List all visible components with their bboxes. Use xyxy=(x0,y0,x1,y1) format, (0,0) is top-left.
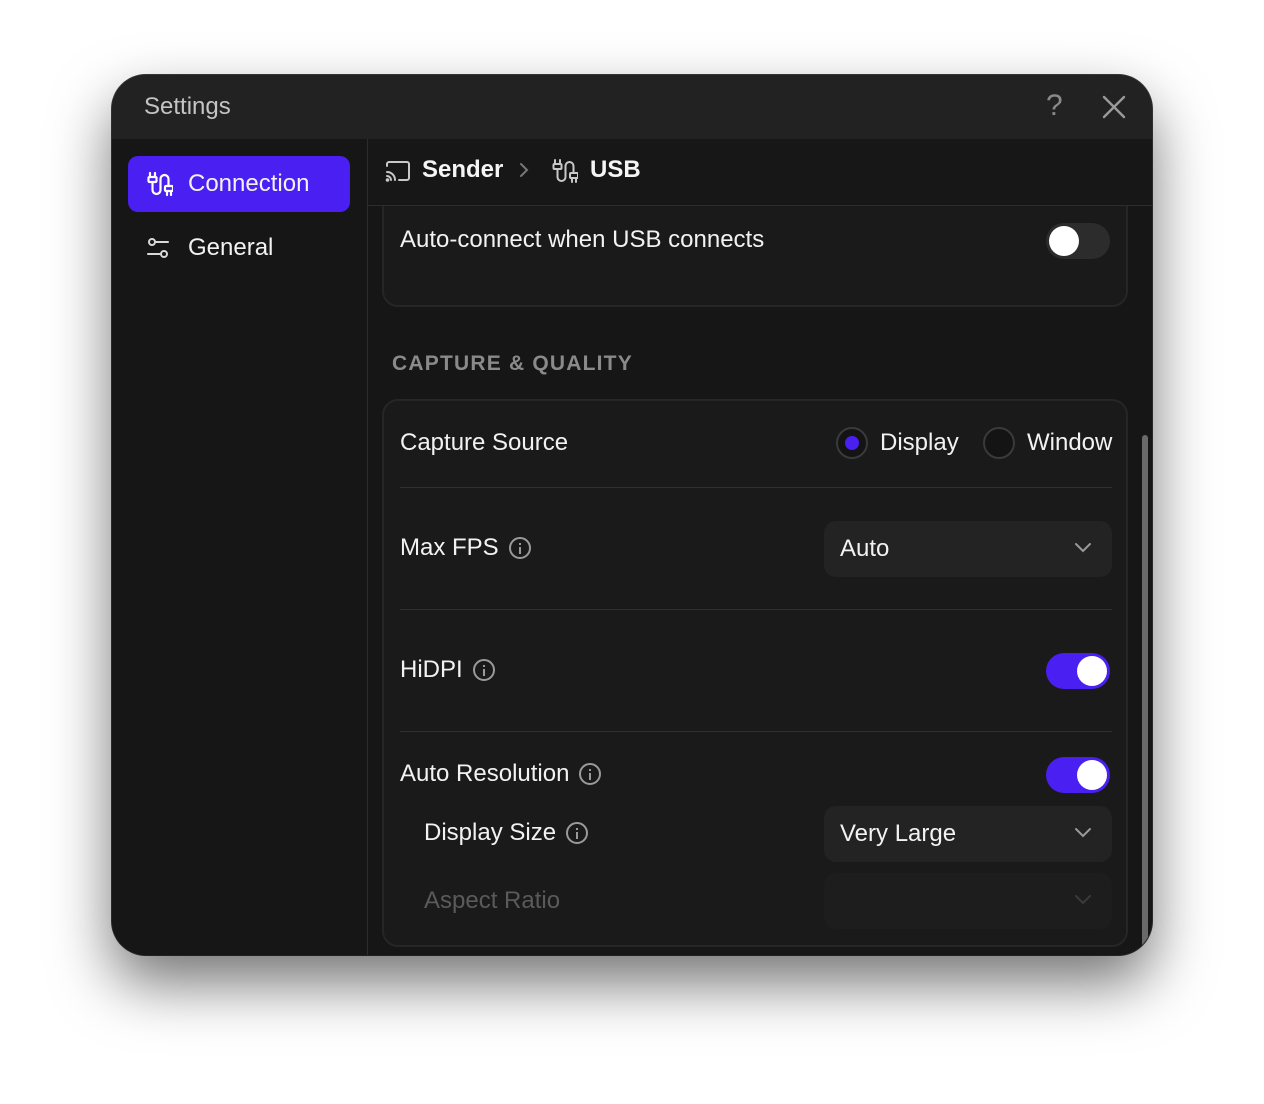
divider xyxy=(400,609,1112,610)
aspect-ratio-select xyxy=(824,873,1112,929)
breadcrumb-item-sender[interactable]: Sender xyxy=(422,156,503,184)
auto-connect-label: Auto-connect when USB connects xyxy=(400,226,765,253)
scrollbar[interactable] xyxy=(1142,435,1148,955)
chevron-right-icon xyxy=(518,161,530,184)
auto-resolution-label: Auto Resolution xyxy=(400,760,570,787)
settings-window: Settings ? Connection General Sender USB… xyxy=(112,75,1152,955)
content-pane: Sender USB Auto-connect when USB connect… xyxy=(368,139,1152,955)
divider xyxy=(400,487,1112,488)
info-icon[interactable] xyxy=(509,537,531,559)
sidebar-item-general[interactable]: General xyxy=(128,220,350,276)
hidpi-toggle[interactable] xyxy=(1046,653,1110,689)
chevron-down-icon xyxy=(1075,828,1091,838)
chevron-down-icon xyxy=(1075,543,1091,553)
close-icon[interactable] xyxy=(1100,93,1128,126)
capture-source-display-label[interactable]: Display xyxy=(880,429,959,457)
hidpi-label: HiDPI xyxy=(400,656,463,683)
auto-resolution-toggle[interactable] xyxy=(1046,757,1110,793)
max-fps-value: Auto xyxy=(840,535,890,562)
auto-connect-toggle[interactable] xyxy=(1046,223,1110,259)
display-size-label: Display Size xyxy=(424,819,557,846)
usb-cable-icon xyxy=(550,157,579,190)
capture-quality-card: Capture Source Display Window Max FPS Au… xyxy=(382,399,1128,947)
capture-source-label: Capture Source xyxy=(400,429,569,456)
sliders-icon xyxy=(147,238,169,258)
divider xyxy=(400,731,1112,732)
capture-source-display-radio[interactable] xyxy=(836,427,868,459)
display-size-value: Very Large xyxy=(840,820,957,847)
capture-source-window-label[interactable]: Window xyxy=(1027,429,1112,457)
settings-scroll-area[interactable]: Auto-connect when USB connects CAPTURE &… xyxy=(368,205,1152,955)
breadcrumb-item-usb: USB xyxy=(590,156,641,183)
sidebar-item-label: General xyxy=(188,234,274,261)
breadcrumb: Sender USB xyxy=(368,139,1152,206)
max-fps-label: Max FPS xyxy=(400,534,499,561)
sidebar-item-connection[interactable]: Connection xyxy=(128,156,350,212)
sidebar: Connection General xyxy=(112,139,368,955)
usb-cable-icon xyxy=(147,171,173,197)
window-title: Settings xyxy=(144,93,231,120)
help-icon[interactable]: ? xyxy=(1046,89,1063,123)
title-bar: Settings ? xyxy=(112,75,1152,139)
chevron-down-icon xyxy=(1075,895,1091,905)
cast-icon xyxy=(384,159,412,190)
info-icon[interactable] xyxy=(566,822,588,844)
sidebar-item-label: Connection xyxy=(188,170,310,197)
info-icon[interactable] xyxy=(579,763,601,785)
display-size-select[interactable]: Very Large xyxy=(824,806,1112,862)
section-heading-capture-quality: CAPTURE & QUALITY xyxy=(392,352,633,375)
connection-card: Auto-connect when USB connects xyxy=(382,205,1128,307)
capture-source-window-radio[interactable] xyxy=(983,427,1015,459)
info-icon[interactable] xyxy=(473,659,495,681)
max-fps-select[interactable]: Auto xyxy=(824,521,1112,577)
aspect-ratio-label: Aspect Ratio xyxy=(424,887,561,914)
